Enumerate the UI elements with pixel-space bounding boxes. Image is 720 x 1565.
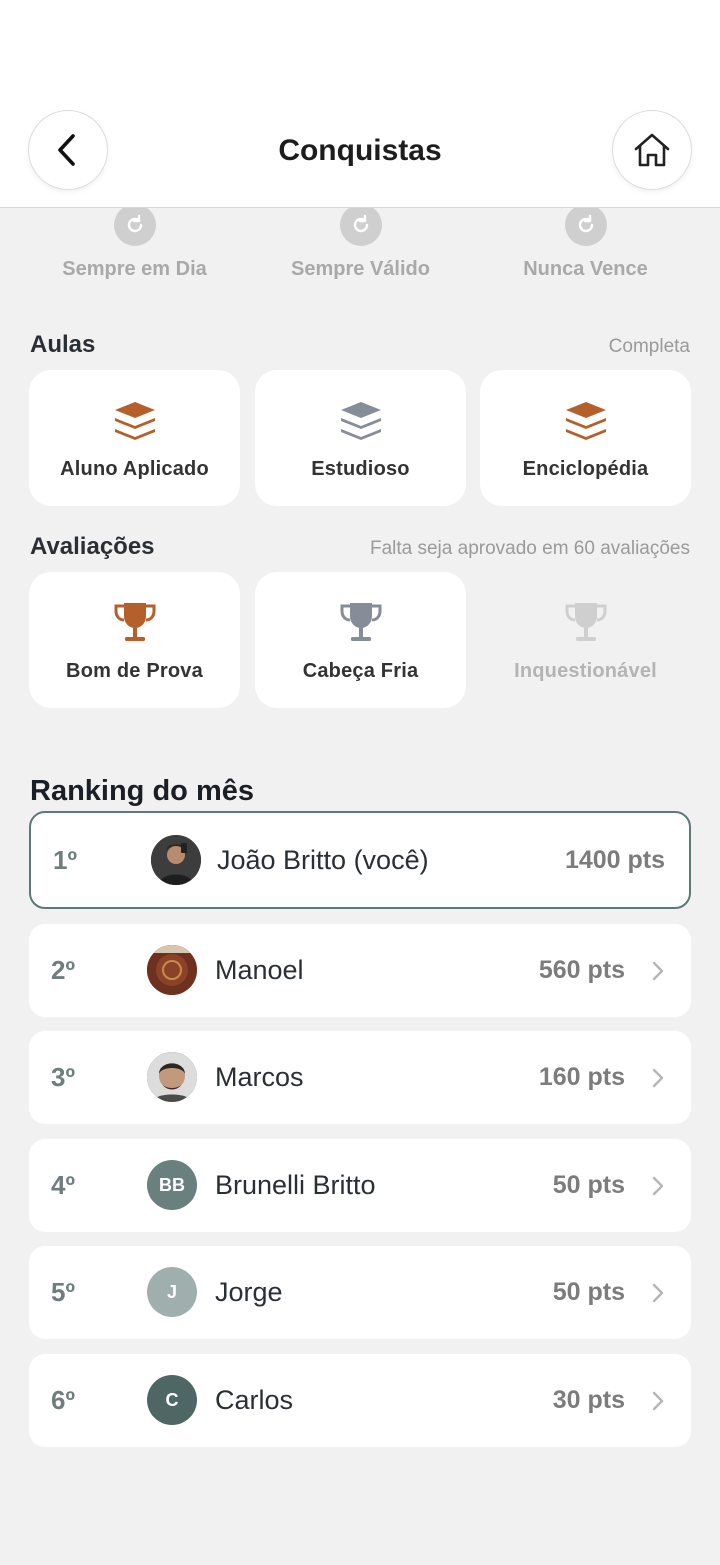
achievement-card-inquestionavel[interactable]: Inquestionável	[480, 572, 691, 708]
achievement-label: Inquestionável	[514, 660, 657, 682]
achievement-card-sempre-em-dia[interactable]: Sempre em Dia	[29, 192, 240, 302]
avatar: BB	[147, 1160, 197, 1210]
avatar	[147, 1052, 197, 1102]
rank-name: Carlos	[215, 1385, 294, 1415]
achievement-card-sempre-valido[interactable]: Sempre Válido	[255, 192, 466, 302]
chevron-right-icon	[651, 924, 665, 1017]
refresh-icon	[113, 204, 156, 246]
achievement-card-bom-de-prova[interactable]: Bom de Prova	[29, 572, 240, 708]
layers-icon	[340, 402, 381, 440]
layers-icon	[114, 402, 155, 440]
ranking-row-current-user[interactable]: 1º João Britto (você) 1400 pts	[29, 811, 691, 909]
rank-name: Jorge	[215, 1277, 283, 1307]
achievement-label: Enciclopédia	[522, 458, 649, 480]
home-icon	[634, 133, 670, 167]
section-note-avaliacoes: Falta seja aprovado em 60 avaliações	[369, 538, 690, 559]
ranking-row[interactable]: 2º Manoel 560 pts	[29, 924, 691, 1017]
rank-points: 30 pts	[552, 1386, 625, 1414]
achievement-label: Sempre em Dia	[62, 258, 207, 280]
achievement-label: Nunca Vence	[523, 258, 648, 280]
top-bar: Conquistas	[0, 0, 720, 208]
ranking-row[interactable]: 4º BB Brunelli Britto 50 pts	[29, 1139, 691, 1232]
trophy-icon	[114, 603, 155, 641]
rank-position: 2º	[51, 955, 75, 985]
trophy-icon	[340, 603, 381, 641]
achievement-label: Sempre Válido	[291, 258, 430, 280]
rank-name: Marcos	[215, 1062, 304, 1092]
chevron-right-icon	[651, 1139, 665, 1232]
rank-points: 50 pts	[552, 1171, 625, 1199]
refresh-icon	[564, 204, 607, 246]
chevron-right-icon	[651, 1246, 665, 1339]
rank-position: 4º	[51, 1170, 75, 1200]
refresh-icon	[339, 204, 382, 246]
avatar: C	[147, 1375, 197, 1425]
ranking-title: Ranking do mês	[30, 775, 254, 807]
achievement-card-nunca-vence[interactable]: Nunca Vence	[480, 192, 691, 302]
avatar	[151, 835, 201, 885]
trophy-icon	[565, 603, 606, 641]
rank-position: 1º	[53, 844, 77, 875]
rank-position: 6º	[51, 1385, 75, 1415]
layers-icon	[565, 402, 606, 440]
achievement-label: Aluno Aplicado	[60, 458, 209, 480]
achievement-label: Cabeça Fria	[302, 660, 419, 682]
section-title-avaliacoes: Avaliações	[30, 533, 155, 560]
achievement-label: Bom de Prova	[66, 660, 203, 682]
avatar	[147, 945, 197, 995]
ranking-row[interactable]: 6º C Carlos 30 pts	[29, 1354, 691, 1447]
section-title-aulas: Aulas	[30, 331, 96, 358]
achievement-card-estudioso[interactable]: Estudioso	[255, 370, 466, 506]
rank-position: 3º	[51, 1062, 75, 1092]
rank-name: Brunelli Britto	[215, 1170, 376, 1200]
rank-position: 5º	[51, 1277, 75, 1307]
achievement-card-cabeca-fria[interactable]: Cabeça Fria	[255, 572, 466, 708]
ranking-row[interactable]: 5º J Jorge 50 pts	[29, 1246, 691, 1339]
home-button[interactable]	[612, 110, 692, 190]
rank-points: 50 pts	[552, 1278, 625, 1306]
rank-points: 560 pts	[538, 956, 625, 984]
rank-name: João Britto (você)	[217, 844, 429, 875]
chevron-right-icon	[651, 1354, 665, 1447]
achievement-card-aluno-aplicado[interactable]: Aluno Aplicado	[29, 370, 240, 506]
ranking-row[interactable]: 3º Marcos 160 pts	[29, 1031, 691, 1124]
avatar: J	[147, 1267, 197, 1317]
section-note-aulas: Completa	[608, 336, 690, 357]
chevron-right-icon	[651, 1031, 665, 1124]
achievement-label: Estudioso	[311, 458, 410, 480]
rank-points: 1400 pts	[564, 845, 665, 874]
achievement-card-enciclopedia[interactable]: Enciclopédia	[480, 370, 691, 506]
rank-name: Manoel	[215, 955, 304, 985]
rank-points: 160 pts	[538, 1063, 625, 1091]
